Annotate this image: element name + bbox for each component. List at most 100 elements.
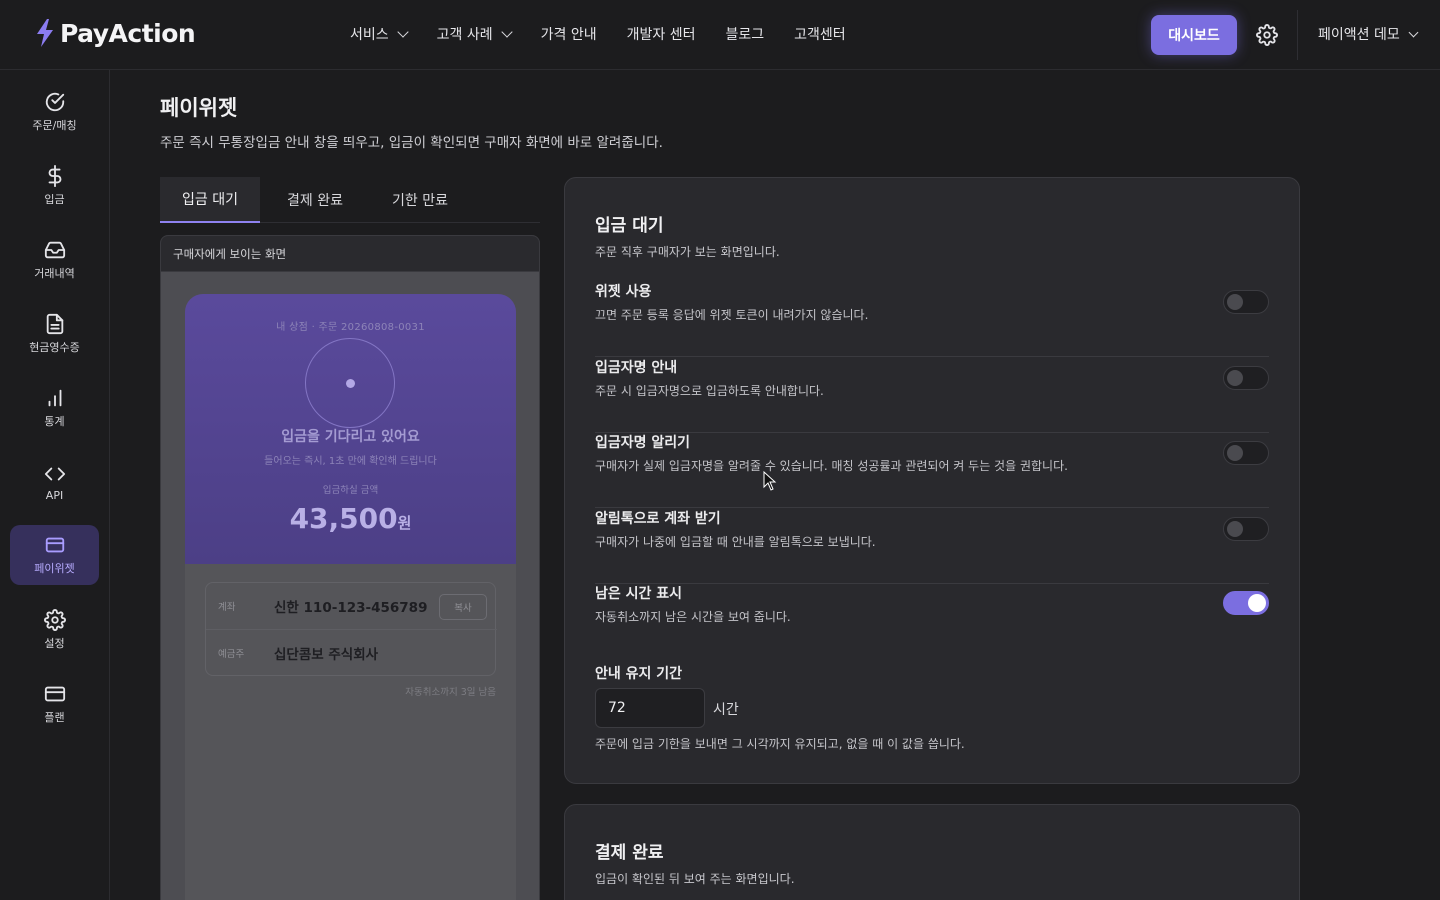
top-header: PayAction 서비스 고객 사례 가격 안내 개발자 센터 블로그 고객센…: [0, 0, 1440, 70]
buyer-preview-panel: 구매자에게 보이는 화면 내 상점 · 주문 20260808-0031 입금을…: [160, 235, 540, 900]
sidebar: 주문/매칭 입금 거래내역 현금영수증 통계 API 페이위젯 설정 플랜: [0, 70, 110, 900]
spinner-dot: [346, 379, 355, 388]
tab-completed[interactable]: 결제 완료: [265, 177, 365, 223]
dollar-icon: [48, 165, 61, 187]
depositor-guide-toggle[interactable]: [1223, 366, 1269, 390]
toggle-knob: [1248, 594, 1266, 612]
header-divider: [1297, 10, 1298, 60]
nav-item-blog[interactable]: 블로그: [725, 24, 764, 44]
page-description: 주문 즉시 무통장입금 안내 창을 띄우고, 입금이 확인되면 구매자 화면에 …: [160, 135, 663, 151]
sidebar-item-transactions[interactable]: 거래내역: [10, 230, 99, 290]
keep-period-unit: 시간: [713, 702, 739, 718]
nav-label: 개발자 센터: [626, 27, 696, 43]
keep-period-input[interactable]: [595, 688, 705, 728]
phone-mockup: 내 상점 · 주문 20260808-0031 입금을 기다리고 있어요 들어오…: [185, 294, 516, 900]
order-info: 내 상점 · 주문 20260808-0031: [276, 322, 425, 333]
user-menu[interactable]: 페이액션 데모: [1318, 24, 1419, 44]
widget-header: 내 상점 · 주문 20260808-0031 입금을 기다리고 있어요 들어오…: [185, 294, 516, 564]
waiting-subtitle: 들어오는 즉시, 1초 만에 확인해 드립니다: [264, 456, 437, 467]
mouse-cursor-icon: [763, 471, 777, 491]
sidebar-item-deposit[interactable]: 입금: [10, 156, 99, 216]
nav-label: 고객센터: [794, 27, 846, 43]
chevron-down-icon: [396, 26, 409, 38]
alimtalk-account-toggle[interactable]: [1223, 517, 1269, 541]
main-nav: 서비스 고객 사례 가격 안내 개발자 센터 블로그 고객센터: [350, 24, 876, 44]
setting-description: 끄면 주문 등록 응답에 위젯 토큰이 내려가지 않습니다.: [595, 308, 869, 322]
toggle-knob: [1227, 370, 1243, 386]
sidebar-item-label: 입금: [44, 193, 65, 206]
account-box: 계좌 신한 110-123-456789 복사 예금주 십단콤보 주식회사: [205, 582, 497, 676]
setting-depositor-report: 입금자명 알리기 구매자가 실제 입금자명을 알려줄 수 있습니다. 매칭 성공…: [595, 432, 1269, 508]
preview-tabs: 입금 대기 결제 완료 기한 만료: [160, 177, 540, 223]
settings-card-completed: 결제 완료 입금이 확인된 뒤 보여 주는 화면입니다.: [564, 804, 1300, 900]
amount-currency: 원: [397, 514, 412, 532]
setting-label: 남은 시간 표시: [595, 586, 683, 602]
inbox-icon: [44, 241, 65, 259]
sidebar-item-label: 주문/매칭: [32, 119, 77, 132]
sidebar-item-paywidget[interactable]: 페이위젯: [10, 525, 99, 585]
sidebar-item-label: 설정: [44, 637, 65, 650]
sidebar-item-label: 페이위젯: [34, 562, 75, 575]
widget-enabled-toggle[interactable]: [1223, 290, 1269, 314]
sidebar-item-label: API: [45, 488, 64, 502]
sidebar-item-label: 거래내역: [34, 267, 75, 280]
setting-depositor-guide: 입금자명 안내 주문 시 입금자명으로 입금하도록 안내합니다.: [595, 357, 1269, 433]
nav-item-developers[interactable]: 개발자 센터: [627, 24, 696, 44]
section-title: 결제 완료: [595, 843, 664, 863]
code-icon: [44, 467, 65, 480]
setting-description: 주문 시 입금자명으로 입금하도록 안내합니다.: [595, 384, 824, 398]
document-icon: [46, 313, 63, 335]
section-title: 입금 대기: [595, 216, 664, 236]
sidebar-item-orders[interactable]: 주문/매칭: [10, 82, 99, 142]
waiting-spinner: [305, 338, 395, 428]
holder-name: 십단콤보 주식회사: [274, 647, 379, 663]
account-number: 신한 110-123-456789: [274, 600, 428, 616]
setting-label: 알림톡으로 계좌 받기: [595, 511, 721, 527]
bar-chart-icon: [48, 389, 61, 407]
toggle-knob: [1227, 445, 1243, 461]
setting-label: 위젯 사용: [595, 284, 652, 300]
sidebar-item-label: 플랜: [44, 711, 65, 724]
holder-key: 예금주: [218, 649, 245, 660]
check-circle-icon: [45, 92, 64, 112]
nav-item-customer-cases[interactable]: 고객 사례: [437, 24, 513, 44]
sidebar-item-plan[interactable]: 플랜: [10, 674, 99, 734]
toggle-knob: [1227, 521, 1243, 537]
account-row: 계좌 신한 110-123-456789 복사: [206, 583, 497, 629]
amount-label: 입금하실 금액: [322, 485, 379, 496]
gear-icon[interactable]: [1256, 24, 1278, 46]
setting-label: 입금자명 안내: [595, 360, 678, 376]
dashboard-button[interactable]: 대시보드: [1151, 15, 1237, 55]
gear-icon: [43, 609, 66, 631]
sidebar-item-settings[interactable]: 설정: [10, 600, 99, 660]
copy-button[interactable]: 복사: [439, 594, 487, 620]
sidebar-item-label: 통계: [44, 415, 65, 428]
brand-name: PayAction: [60, 18, 196, 48]
sidebar-item-stats[interactable]: 통계: [10, 378, 99, 438]
setting-alimtalk-account: 알림톡으로 계좌 받기 구매자가 나중에 입금할 때 안내를 알림톡으로 보냅니…: [595, 508, 1269, 584]
depositor-report-toggle[interactable]: [1223, 441, 1269, 465]
nav-item-support[interactable]: 고객센터: [794, 24, 846, 44]
card-icon: [45, 537, 64, 553]
tab-pending[interactable]: 입금 대기: [160, 177, 260, 223]
user-name: 페이액션 데모: [1318, 27, 1400, 43]
sidebar-item-cash-receipt[interactable]: 현금영수증: [10, 304, 99, 364]
holder-row: 예금주 십단콤보 주식회사: [206, 630, 497, 676]
nav-item-services[interactable]: 서비스: [350, 24, 409, 44]
keep-period-description: 주문에 입금 기한을 보내면 그 시각까지 유지되고, 없을 때 이 값을 씁니…: [595, 737, 965, 751]
setting-description: 구매자가 나중에 입금할 때 안내를 알림톡으로 보냅니다.: [595, 535, 876, 549]
waiting-title: 입금을 기다리고 있어요: [281, 429, 420, 445]
settings-card-pending: 입금 대기 주문 직후 구매자가 보는 화면입니다. 위젯 사용 끄면 주문 등…: [564, 177, 1300, 784]
lightning-icon: [37, 19, 53, 47]
brand-logo[interactable]: PayAction: [34, 18, 196, 48]
nav-item-pricing[interactable]: 가격 안내: [541, 24, 597, 44]
amount-number: 43,500: [289, 502, 398, 535]
section-subtitle: 입금이 확인된 뒤 보여 주는 화면입니다.: [595, 872, 795, 886]
nav-label: 서비스: [350, 27, 389, 43]
tab-expired[interactable]: 기한 만료: [370, 177, 470, 223]
setting-description: 구매자가 실제 입금자명을 알려줄 수 있습니다. 매칭 성공률과 관련되어 켜…: [595, 459, 1068, 473]
credit-card-icon: [44, 686, 65, 702]
sidebar-item-api[interactable]: API: [10, 452, 99, 512]
remaining-time-toggle[interactable]: [1223, 591, 1269, 615]
nav-label: 블로그: [725, 27, 765, 43]
